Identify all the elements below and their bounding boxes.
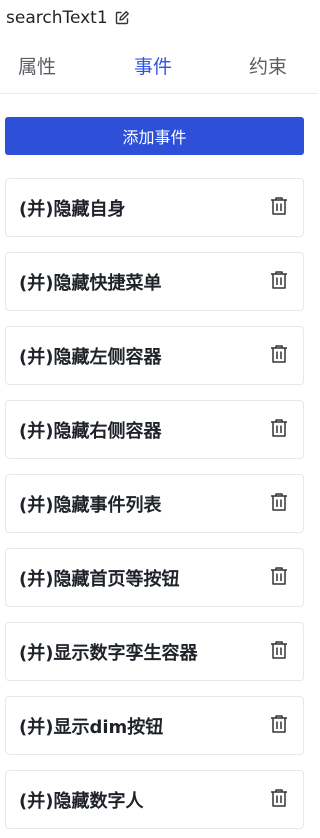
trash-icon[interactable] (268, 343, 290, 365)
event-label: (并)隐藏自身 (19, 198, 126, 220)
panel-tabs: 属性 事件 约束 (0, 42, 318, 135)
event-item[interactable]: (并)隐藏数字人 (5, 770, 304, 829)
event-label: (并)显示数字孪生容器 (19, 642, 198, 664)
event-item[interactable]: (并)显示dim按钮 (5, 696, 304, 755)
event-item[interactable]: (并)隐藏自身 (5, 178, 304, 237)
edit-icon[interactable] (114, 10, 130, 26)
event-label: (并)隐藏事件列表 (19, 494, 162, 516)
event-label: (并)隐藏首页等按钮 (19, 568, 180, 590)
trash-icon[interactable] (268, 269, 290, 291)
trash-icon[interactable] (268, 417, 290, 439)
tab-properties[interactable]: 属性 (18, 42, 56, 94)
trash-icon[interactable] (268, 565, 290, 587)
trash-icon[interactable] (268, 195, 290, 217)
trash-icon[interactable] (268, 639, 290, 661)
event-label: (并)显示dim按钮 (19, 716, 164, 738)
component-name: searchText1 (6, 8, 108, 28)
event-item[interactable]: (并)隐藏首页等按钮 (5, 548, 304, 607)
tab-events[interactable]: 事件 (134, 42, 172, 94)
event-list: (并)隐藏自身 (并)隐藏快捷菜单 (并)隐藏左侧容器 (并)隐藏右侧容器 (并… (5, 178, 304, 838)
event-label: (并)隐藏右侧容器 (19, 420, 162, 442)
event-item[interactable]: (并)显示数字孪生容器 (5, 622, 304, 681)
trash-icon[interactable] (268, 787, 290, 809)
event-label: (并)隐藏左侧容器 (19, 346, 162, 368)
add-event-button[interactable]: 添加事件 (5, 117, 304, 155)
trash-icon[interactable] (268, 491, 290, 513)
event-label: (并)隐藏数字人 (19, 790, 144, 812)
event-item[interactable]: (并)隐藏快捷菜单 (5, 252, 304, 311)
component-title-row: searchText1 (6, 7, 130, 29)
event-item[interactable]: (并)隐藏左侧容器 (5, 326, 304, 385)
event-item[interactable]: (并)隐藏事件列表 (5, 474, 304, 533)
trash-icon[interactable] (268, 713, 290, 735)
event-label: (并)隐藏快捷菜单 (19, 272, 162, 294)
tab-constraints[interactable]: 约束 (249, 42, 287, 94)
event-item[interactable]: (并)隐藏右侧容器 (5, 400, 304, 459)
